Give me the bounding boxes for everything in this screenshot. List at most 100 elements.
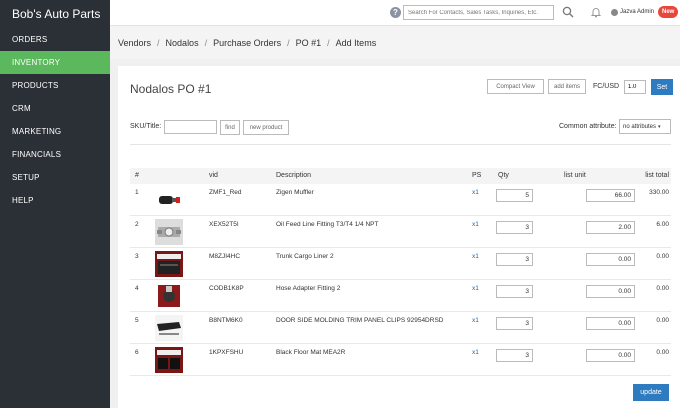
qty-input[interactable]: 5 (496, 189, 533, 202)
table-row: 6 1KPXFSHU Black Floor Mat MEA2R x1 3 0.00 0.0… (130, 344, 671, 376)
breadcrumb-add-items: Add Items (335, 37, 377, 48)
row-number: 5 (135, 317, 139, 324)
row-vid[interactable]: XEX52T5I (209, 221, 239, 228)
set-button[interactable]: Set (651, 79, 673, 95)
header-ps: PS (472, 172, 482, 179)
sidebar-item-inventory[interactable]: INVENTORY (0, 51, 110, 74)
row-vid[interactable]: CODB1K8P (209, 285, 244, 292)
compact-view-button[interactable]: Compact View (487, 79, 544, 94)
fc-usd-label: FC/USD (593, 83, 620, 90)
product-thumbnail[interactable] (155, 315, 183, 341)
header-list-unit: list unit (564, 172, 586, 179)
header-num: # (135, 172, 139, 179)
qty-input[interactable]: 3 (496, 317, 533, 330)
qty-input[interactable]: 3 (496, 221, 533, 234)
sku-title-label: SKU/Title: (130, 123, 162, 130)
list-unit-input[interactable]: 2.00 (586, 221, 635, 234)
row-list-total: 0.00 (656, 317, 669, 324)
content-panel: Nodalos PO #1 Compact View add items FC/… (118, 66, 680, 408)
row-description: DOOR SIDE MOLDING TRIM PANEL CLIPS 92954… (276, 317, 444, 324)
breadcrumb-po[interactable]: PO #1 (296, 38, 322, 48)
row-ps[interactable]: x1 (472, 189, 479, 196)
row-description: Zigen Muffler (276, 189, 314, 196)
row-number: 2 (135, 221, 139, 228)
header-vid: vid (209, 172, 218, 179)
row-number: 3 (135, 253, 139, 260)
row-description: Hose Adapter Fitting 2 (276, 285, 341, 292)
list-unit-input[interactable]: 0.00 (586, 285, 635, 298)
row-number: 4 (135, 285, 139, 292)
search-input[interactable] (403, 5, 554, 20)
row-list-total: 0.00 (656, 253, 669, 260)
fc-usd-input[interactable] (624, 80, 646, 94)
product-thumbnail[interactable] (155, 219, 183, 245)
breadcrumb-nodalos[interactable]: Nodalos (166, 38, 199, 48)
find-button[interactable]: find (220, 120, 240, 135)
product-thumbnail[interactable] (155, 251, 183, 277)
breadcrumb-purchase-orders[interactable]: Purchase Orders (213, 38, 281, 48)
items-table: # vid Description PS Qty list unit list … (130, 168, 671, 376)
add-items-button[interactable]: add items (548, 79, 586, 94)
sidebar-item-help[interactable]: HELP (0, 189, 110, 212)
qty-input[interactable]: 3 (496, 253, 533, 266)
product-thumbnail[interactable] (155, 187, 183, 213)
sidebar-item-financials[interactable]: FINANCIALS (0, 143, 110, 166)
row-vid[interactable]: ZMF1_Red (209, 189, 242, 196)
qty-input[interactable]: 3 (496, 285, 533, 298)
sidebar-item-crm[interactable]: CRM (0, 97, 110, 120)
update-button[interactable]: update (633, 384, 669, 401)
header-list-total: list total (645, 172, 669, 179)
common-attribute-label: Common attribute: (559, 123, 617, 130)
row-list-total: 6.00 (656, 221, 669, 228)
search-icon[interactable] (562, 6, 574, 18)
chevron-icon: ▾ (658, 123, 661, 130)
sidebar: Bob's Auto Parts ORDERS INVENTORY PRODUCTS… (0, 0, 110, 408)
product-thumbnail[interactable] (155, 283, 183, 309)
brand-logo[interactable]: Bob's Auto Parts (0, 0, 110, 28)
row-list-total: 330.00 (649, 189, 669, 196)
common-attribute-value: no attributes (623, 123, 657, 130)
row-ps[interactable]: x1 (472, 285, 479, 292)
new-product-button[interactable]: new product (243, 120, 289, 135)
row-list-total: 0.00 (656, 349, 669, 356)
list-unit-input[interactable]: 0.00 (586, 349, 635, 362)
sidebar-item-marketing[interactable]: MARKETING (0, 120, 110, 143)
row-description: Trunk Cargo Liner 2 (276, 253, 334, 260)
bell-icon[interactable] (590, 6, 602, 18)
list-unit-input[interactable]: 66.00 (586, 189, 635, 202)
row-ps[interactable]: x1 (472, 221, 479, 228)
user-name[interactable]: Jazva Admin (620, 9, 654, 15)
row-ps[interactable]: x1 (472, 349, 479, 356)
product-thumbnail[interactable] (155, 347, 183, 373)
table-row: 1 ZMF1_Red Zigen Muffler x1 5 66.00 330.00 (130, 184, 671, 216)
table-row: 5 B8NTM6K0 DOOR SIDE MOLDING TRIM PANEL CL… (130, 312, 671, 344)
sidebar-item-orders[interactable]: ORDERS (0, 28, 110, 51)
list-unit-input[interactable]: 0.00 (586, 317, 635, 330)
row-ps[interactable]: x1 (472, 317, 479, 324)
help-icon[interactable]: ? (390, 7, 401, 18)
table-row: 2 XEX52T5I Oil Feed Line Fitting T3/T4 1/4… (130, 216, 671, 248)
row-description: Oil Feed Line Fitting T3/T4 1/4 NPT (276, 221, 379, 228)
sku-title-input[interactable] (164, 120, 217, 134)
row-ps[interactable]: x1 (472, 253, 479, 260)
row-vid[interactable]: M8ZJI4HC (209, 253, 240, 260)
top-bar: ? Jazva Admin New (110, 0, 680, 26)
sidebar-item-products[interactable]: PRODUCTS (0, 74, 110, 97)
breadcrumb-vendors[interactable]: Vendors (118, 38, 151, 48)
row-vid[interactable]: B8NTM6K0 (209, 317, 243, 324)
avatar[interactable] (611, 9, 618, 16)
header-description: Description (276, 172, 312, 179)
common-attribute-select[interactable]: no attributes ▾ (619, 119, 671, 134)
page-title: Nodalos PO #1 (130, 82, 212, 96)
table-row: 4 CODB1K8P Hose Adapter Fitting 2 x1 3 0.00 0.… (130, 280, 671, 312)
new-badge[interactable]: New (658, 6, 679, 18)
divider (130, 144, 671, 145)
header-qty: Qty (498, 172, 509, 179)
row-number: 1 (135, 189, 139, 196)
breadcrumb: Vendors / Nodalos / Purchase Orders / PO #1… (110, 26, 680, 59)
row-description: Black Floor Mat MEA2R (276, 349, 346, 356)
list-unit-input[interactable]: 0.00 (586, 253, 635, 266)
sidebar-item-setup[interactable]: SETUP (0, 166, 110, 189)
row-vid[interactable]: 1KPXFSHU (209, 349, 243, 356)
qty-input[interactable]: 3 (496, 349, 533, 362)
